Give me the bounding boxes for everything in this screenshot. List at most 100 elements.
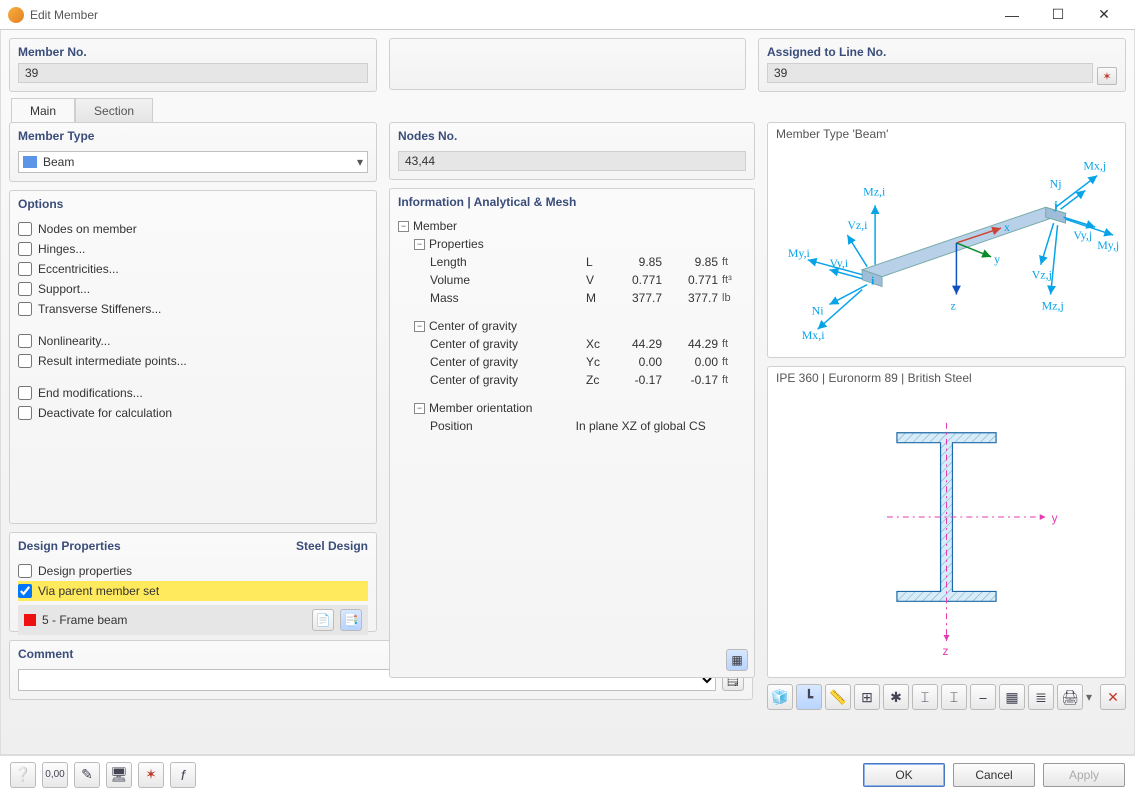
- view-axes-button[interactable]: ┗: [796, 684, 822, 710]
- collapse-member-icon[interactable]: −: [398, 221, 409, 232]
- option-hinges[interactable]: Hinges...: [18, 239, 368, 259]
- nodes-no-label: Nodes No.: [398, 129, 457, 143]
- options-label: Options: [18, 197, 63, 211]
- via-parent-text: Via parent member set: [38, 584, 159, 598]
- view-list-button[interactable]: ≣: [1028, 684, 1054, 710]
- svg-text:y: y: [994, 252, 1000, 266]
- function-button[interactable]: f: [170, 762, 196, 788]
- preview2-label: IPE 360 | Euronorm 89 | British Steel: [776, 371, 972, 385]
- collapse-orientation-icon[interactable]: −: [414, 403, 425, 414]
- view-eccentric-button[interactable]: ⊞: [854, 684, 880, 710]
- cancel-button[interactable]: Cancel: [953, 763, 1035, 787]
- svg-text:z: z: [943, 644, 949, 658]
- view-section-2-button[interactable]: ⌶: [941, 684, 967, 710]
- svg-text:z: z: [950, 298, 955, 312]
- view-3d-button[interactable]: 🧊: [767, 684, 793, 710]
- pick-member-button[interactable]: ✶: [138, 762, 164, 788]
- option-nonlinearity[interactable]: Nonlinearity...: [18, 331, 368, 351]
- option-result-intermediate-points[interactable]: Result intermediate points...: [18, 351, 368, 371]
- units-button[interactable]: 0,00: [42, 762, 68, 788]
- view-dimension-button[interactable]: 📏: [825, 684, 851, 710]
- display-button[interactable]: 🖥: [106, 762, 132, 788]
- svg-text:Mz,j: Mz,j: [1042, 298, 1064, 312]
- collapse-cog-icon[interactable]: −: [414, 321, 425, 332]
- design-properties-text: Design properties: [38, 564, 132, 578]
- maximize-button[interactable]: ☐: [1035, 1, 1081, 29]
- information-group: Information | Analytical & Mesh −Member …: [389, 188, 755, 678]
- member-type-preview: Member Type 'Beam' i j: [767, 122, 1126, 358]
- assigned-line-label: Assigned to Line No.: [759, 39, 1125, 63]
- window-title: Edit Member: [30, 8, 989, 22]
- collapse-properties-icon[interactable]: −: [414, 239, 425, 250]
- view-grid-button[interactable]: ▦: [999, 684, 1025, 710]
- tab-main[interactable]: Main: [11, 98, 75, 123]
- apply-button[interactable]: Apply: [1043, 763, 1125, 787]
- view-stress-button[interactable]: ✱: [883, 684, 909, 710]
- svg-text:j: j: [1053, 198, 1058, 212]
- via-parent-member-set-checkbox[interactable]: Via parent member set: [18, 581, 368, 601]
- dialog-footer: ❔ 0,00 ✎ 🖥 ✶ f OK Cancel Apply: [0, 755, 1135, 793]
- minimize-button[interactable]: —: [989, 1, 1035, 29]
- member-type-value: Beam: [43, 155, 357, 169]
- tree-orientation: Member orientation: [429, 401, 532, 415]
- view-thin-button[interactable]: ⎯: [970, 684, 996, 710]
- close-button[interactable]: ✕: [1081, 1, 1127, 29]
- tree-mass: Mass: [430, 291, 582, 305]
- option-transverse-stiffeners[interactable]: Transverse Stiffeners...: [18, 299, 368, 319]
- design-properties-label: Design Properties: [18, 539, 121, 553]
- app-icon: [8, 7, 24, 23]
- design-type-label: Steel Design: [296, 539, 368, 553]
- chevron-down-icon[interactable]: ▾: [357, 155, 363, 169]
- top-blank-panel: [389, 38, 746, 90]
- svg-text:Mz,i: Mz,i: [863, 184, 886, 198]
- pick-line-button[interactable]: ✶: [1097, 67, 1117, 85]
- nodes-no-group: Nodes No. 43,44: [389, 122, 755, 180]
- member-type-color: [23, 156, 37, 168]
- parent-member-set-label: 5 - Frame beam: [42, 613, 306, 627]
- member-no-value: 39: [18, 63, 368, 83]
- svg-text:Vy,i: Vy,i: [829, 256, 848, 270]
- svg-text:x: x: [1004, 220, 1010, 234]
- tree-position: Position: [430, 419, 535, 433]
- view-section-1-button[interactable]: ⌶: [912, 684, 938, 710]
- tree-volume: Volume: [430, 273, 582, 287]
- preview1-label: Member Type 'Beam': [776, 127, 888, 141]
- svg-text:y: y: [1052, 511, 1058, 525]
- member-set-color: [24, 614, 36, 626]
- svg-text:Mx,i: Mx,i: [802, 328, 825, 342]
- member-set-new-button[interactable]: 📄: [312, 609, 334, 631]
- parent-member-set-item: 5 - Frame beam 📄 📑: [18, 605, 368, 635]
- comment-label: Comment: [18, 647, 73, 661]
- design-properties-checkbox[interactable]: Design properties: [18, 561, 368, 581]
- tree-position-value: In plane XZ of global CS: [535, 419, 746, 433]
- svg-text:My,i: My,i: [788, 246, 811, 260]
- design-properties-group: Design Properties Steel Design Design pr…: [9, 532, 377, 632]
- tree-member: Member: [413, 219, 457, 233]
- option-support[interactable]: Support...: [18, 279, 368, 299]
- options-group: Options Nodes on memberHinges...Eccentri…: [9, 190, 377, 524]
- dropdown-icon[interactable]: ▾: [1086, 690, 1092, 704]
- svg-text:Vz,j: Vz,j: [1032, 268, 1052, 282]
- tree-cog: Center of gravity: [429, 319, 517, 333]
- beam-diagram: i j x y z Mz,i Vz,i My,i: [768, 123, 1125, 357]
- svg-text:Vz,i: Vz,i: [847, 218, 868, 232]
- option-nodes-on-member[interactable]: Nodes on member: [18, 219, 368, 239]
- option-eccentricities[interactable]: Eccentricities...: [18, 259, 368, 279]
- information-label: Information | Analytical & Mesh: [398, 195, 576, 209]
- svg-text:My,j: My,j: [1097, 238, 1119, 252]
- option-deactivate-for-calculation[interactable]: Deactivate for calculation: [18, 403, 368, 423]
- help-button[interactable]: ❔: [10, 762, 36, 788]
- print-button[interactable]: 🖨: [1057, 684, 1083, 710]
- assigned-line-value: 39: [767, 63, 1093, 83]
- member-no-label: Member No.: [10, 39, 376, 63]
- member-type-label: Member Type: [18, 129, 94, 143]
- option-end-modifications[interactable]: End modifications...: [18, 383, 368, 403]
- member-icon-button[interactable]: ✎: [74, 762, 100, 788]
- tab-section[interactable]: Section: [75, 98, 153, 123]
- ok-button[interactable]: OK: [863, 763, 945, 787]
- show-table-button[interactable]: ▦: [726, 649, 748, 671]
- reset-view-button[interactable]: ✕: [1100, 684, 1126, 710]
- member-set-edit-button[interactable]: 📑: [340, 609, 362, 631]
- titlebar: Edit Member — ☐ ✕: [0, 0, 1135, 30]
- svg-text:Vy,j: Vy,j: [1073, 228, 1092, 242]
